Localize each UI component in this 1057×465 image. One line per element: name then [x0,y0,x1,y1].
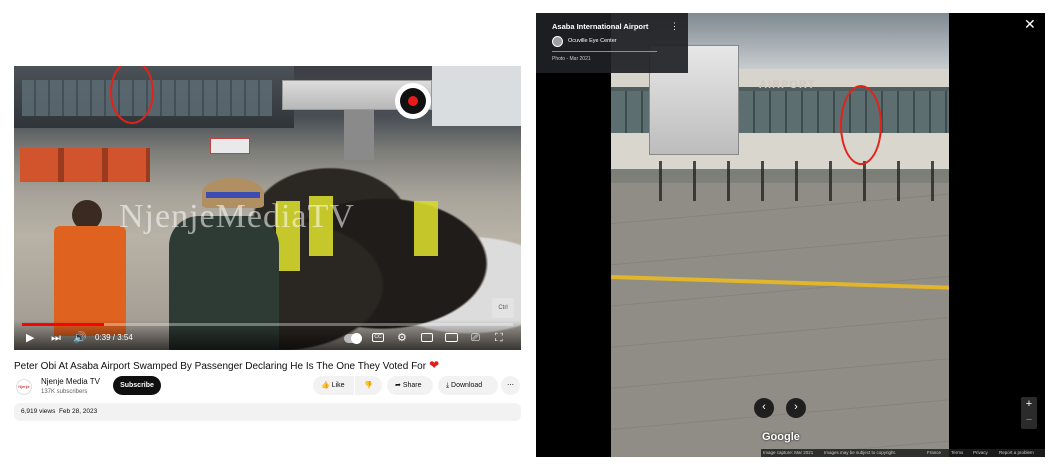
heart-icon: ❤ [429,358,440,372]
video-player[interactable]: NjenjeMediaTV Ctrl ▶ ⏭ 🔊 0:39 / 3:54 CC … [14,66,521,350]
kebab-menu-icon[interactable]: ⋮ [670,22,679,31]
passengers [641,161,949,201]
subscriber-count: 137K subscribers [41,389,88,395]
chevron-left-icon[interactable]: ‹ [754,398,774,418]
subscribe-button[interactable]: Subscribe [113,376,161,395]
place-title[interactable]: Asaba International Airport [552,22,648,31]
chevron-right-icon[interactable]: › [786,398,806,418]
video-meta: 6,919 views Feb 28, 2023 [21,408,97,415]
divider [552,51,657,52]
thumbs-up-icon: 👍 [321,382,332,389]
captions-icon[interactable]: CC [372,333,384,342]
progress-bar[interactable] [22,323,513,326]
close-icon[interactable]: ✕ [1024,17,1036,31]
play-icon[interactable]: ▶ [26,331,34,345]
zoom-control: + − [1021,397,1037,429]
privacy-link[interactable]: Privacy [973,450,988,455]
place-card: Asaba International Airport ⋮ Ocuville E… [536,13,688,73]
settings-icon[interactable]: ⚙ [397,331,407,345]
contributor-name[interactable]: Ocuville Eye Center [568,38,617,44]
download-button[interactable]: ⤓ Download [438,376,498,395]
theater-icon[interactable] [445,333,458,342]
google-logo: Google [762,431,800,443]
thumbs-down-icon: 👎 [364,382,373,389]
copyright-notice: Images may be subject to copyright. [824,450,897,455]
channel-avatar[interactable]: Njenje [16,379,32,395]
annotation-circle [840,85,882,165]
streetview-photo[interactable]: AIRPORT [611,13,949,457]
video-watermark: NjenjeMediaTV [119,198,355,235]
fullscreen-icon[interactable]: ⛶ [495,331,503,345]
volume-icon[interactable]: 🔊 [73,331,87,345]
time-readout: 0:39 / 3:54 [95,333,133,342]
zoom-in-button[interactable]: + [1021,397,1037,413]
streetview-panel: AIRPORT Asaba International Airport ⋮ Oc… [536,13,1045,457]
share-button[interactable]: ➦ Share [387,376,433,395]
building-sign: AIRPORT [759,79,816,91]
terms-link[interactable]: Terms [951,450,963,455]
view-count: 6,919 views [21,408,56,415]
country-link[interactable]: France [927,450,941,455]
next-icon[interactable]: ⏭ [51,331,61,345]
report-problem-link[interactable]: Report a problem [999,450,1034,455]
youtube-panel: NjenjeMediaTV Ctrl ▶ ⏭ 🔊 0:39 / 3:54 CC … [14,66,521,421]
dislike-button[interactable]: 👎 [355,376,382,395]
baggage-carts [20,148,150,182]
channel-name[interactable]: Njenje Media TV [41,377,100,386]
upload-date: Feb 28, 2023 [58,408,98,415]
tarmac [611,183,949,457]
player-controls: ▶ ⏭ 🔊 0:39 / 3:54 CC ⚙ ⎚ ⛶ [14,320,521,350]
terminal-building [14,66,294,128]
description-box[interactable]: 6,919 views Feb 28, 2023 [14,403,521,421]
progress-fill [22,323,104,326]
zoom-out-button[interactable]: − [1021,413,1037,429]
like-button[interactable]: 👍 Like [313,376,354,395]
channel-row: Njenje Njenje Media TV 137K subscribers … [14,375,521,399]
map-footer: Image capture: Mar 2021 Images may be su… [761,449,1045,457]
video-title: Peter Obi At Asaba Airport Swamped By Pa… [14,358,440,372]
record-icon [395,83,431,119]
share-icon: ➦ [395,382,403,389]
sky [432,66,521,126]
autoplay-toggle[interactable] [344,333,362,344]
miniplayer-icon[interactable] [421,333,433,342]
contributor-avatar[interactable] [552,36,563,47]
cast-icon[interactable]: ⎚ [471,331,480,345]
photo-date: Photo - Mar 2021 [552,56,591,62]
screenshot-root: NjenjeMediaTV Ctrl ▶ ⏭ 🔊 0:39 / 3:54 CC … [0,0,1057,465]
more-actions-button[interactable]: ⋯ [501,376,520,395]
corner-badge: Ctrl [492,298,514,318]
capture-date: Image capture: Mar 2021 [763,450,814,455]
